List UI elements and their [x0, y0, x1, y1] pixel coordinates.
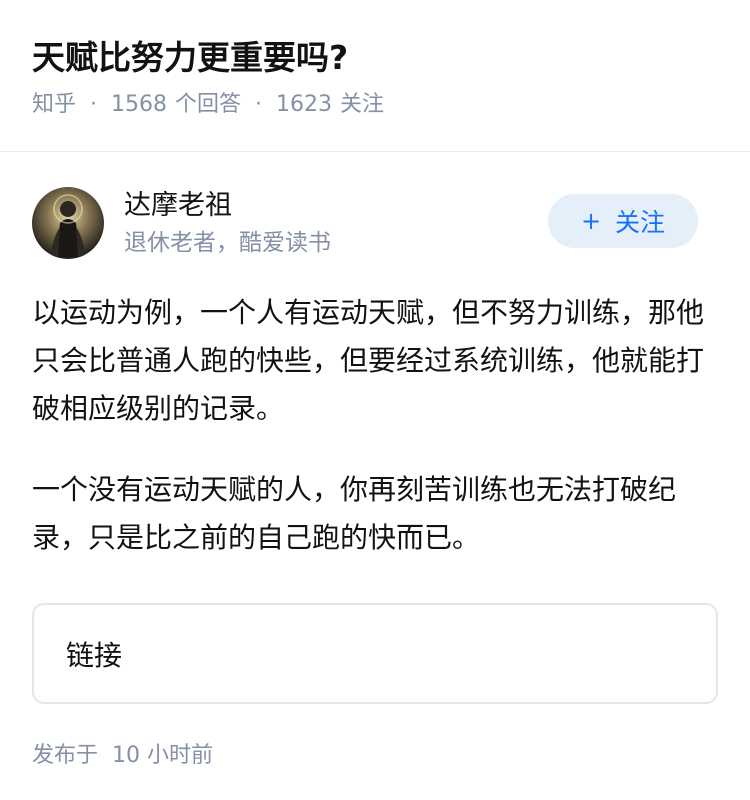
link-card[interactable]: 链接 [32, 603, 718, 704]
answers-count: 1568 [111, 92, 168, 117]
answers-label: 个回答 [175, 92, 242, 117]
author-info: 达摩老祖 退休老者，酷爱读书 [124, 187, 331, 259]
author-avatar[interactable] [32, 187, 104, 259]
meta-separator: · [255, 92, 263, 117]
meta-separator: · [90, 92, 98, 117]
link-card-label: 链接 [66, 638, 123, 672]
answer-content: 以运动为例，一个人有运动天赋，但不努力训练，那他只会比普通人跑的快些，但要经过系… [32, 289, 718, 562]
author-bio: 退休老者，酷爱读书 [124, 230, 331, 256]
author-row: 达摩老祖 退休老者，酷爱读书 + 关注 [32, 185, 718, 261]
followers-label: 关注 [340, 92, 385, 117]
source-label[interactable]: 知乎 [32, 88, 76, 122]
question-title[interactable]: 天赋比努力更重要吗? [32, 34, 718, 82]
question-header: 天赋比努力更重要吗? 知乎 · 1568 个回答 · 1623 关注 [0, 0, 750, 152]
followers-count: 1623 [276, 92, 333, 117]
robed-figure-avatar-icon [32, 187, 104, 259]
answer-paragraph: 以运动为例，一个人有运动天赋，但不努力训练，那他只会比普通人跑的快些，但要经过系… [32, 296, 705, 425]
question-meta: 知乎 · 1568 个回答 · 1623 关注 [32, 88, 718, 122]
follow-label: 关注 [615, 208, 666, 237]
follow-button[interactable]: + 关注 [548, 194, 698, 248]
publish-time: 10 小时前 [112, 743, 214, 768]
publish-label: 发布于 [32, 743, 99, 768]
author-name[interactable]: 达摩老祖 [124, 187, 331, 225]
plus-icon: + [580, 207, 602, 235]
answer-card: 达摩老祖 退休老者，酷爱读书 + 关注 以运动为例，一个人有运动天赋，但不努力训… [0, 152, 750, 772]
publish-info: 发布于 10 小时前 [32, 740, 718, 772]
answer-paragraph: 一个没有运动天赋的人，你再刻苦训练也无法打破纪录，只是比之前的自己跑的快而已。 [32, 473, 677, 554]
